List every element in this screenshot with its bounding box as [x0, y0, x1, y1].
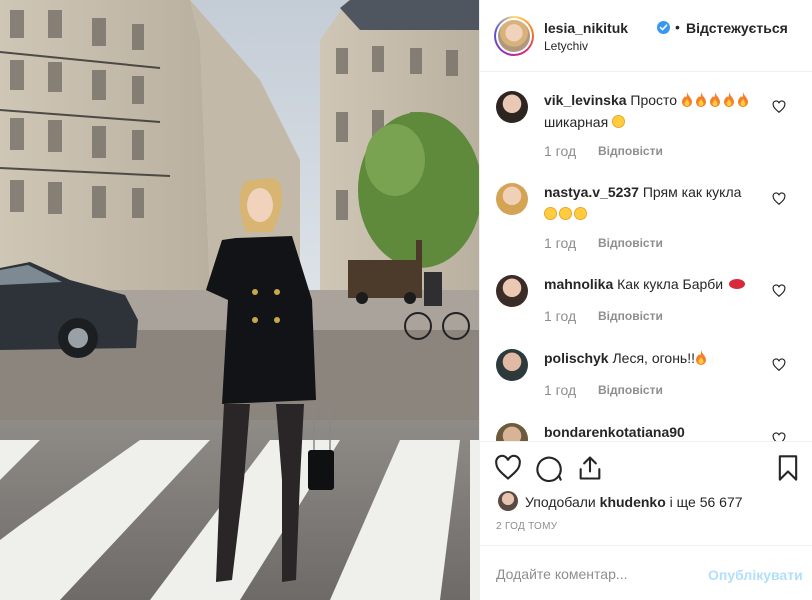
comment-input[interactable]	[496, 562, 696, 586]
fire-emoji-icon	[696, 350, 706, 365]
post-photo[interactable]	[0, 0, 479, 600]
likes-suffix[interactable]: і ще 56 677	[670, 494, 743, 510]
comment-time: 1 год	[544, 235, 577, 251]
bookmark-icon[interactable]	[774, 454, 802, 482]
comment-like-heart-icon[interactable]	[772, 284, 786, 298]
post-actions-bar: Уподобали khudenko і ще 56 677 2 ГОД ТОМ…	[480, 441, 812, 545]
fire-emoji-icon	[681, 92, 692, 107]
likes-prefix: Уподобали	[525, 494, 596, 510]
comment-text: vik_levinska Просто шикарная	[544, 89, 774, 133]
verified-badge-icon	[657, 21, 670, 34]
comment-like-heart-icon[interactable]	[772, 192, 786, 206]
comment-like-heart-icon[interactable]	[772, 432, 786, 441]
comment-like-heart-icon[interactable]	[772, 100, 786, 114]
post-photo-illustration	[0, 0, 479, 600]
comments-list[interactable]: vik_levinska Просто шикарная 1 год Відпо…	[480, 73, 812, 441]
comment-item: bondarenkotatiana90	[480, 419, 812, 441]
reply-button[interactable]: Відповісти	[598, 144, 663, 158]
fire-emoji-icon	[709, 92, 720, 107]
post-location[interactable]: Letychiv	[544, 39, 588, 53]
author-username[interactable]: lesia_nikituk	[544, 20, 628, 36]
comment-item: polischyk Леся, огонь!! 1 год Відповісти	[480, 345, 812, 409]
comment-item: mahnolika Как кукла Барби 1 год Відповіс…	[480, 271, 812, 335]
heart-eyes-emoji-icon	[612, 115, 626, 128]
header-separator: •	[675, 19, 680, 35]
fire-emoji-icon	[737, 92, 748, 107]
likes-summary[interactable]: Уподобали khudenko і ще 56 677	[525, 494, 743, 510]
comment-icon[interactable]	[535, 454, 563, 482]
heart-eyes-emoji-icon	[559, 207, 572, 220]
reply-button[interactable]: Відповісти	[598, 309, 663, 323]
comment-text: mahnolika Как кукла Барби	[544, 273, 774, 295]
commenter-avatar[interactable]	[496, 91, 528, 123]
lips-emoji-icon	[729, 279, 745, 289]
likes-user[interactable]: khudenko	[600, 494, 666, 510]
comment-item: vik_levinska Просто шикарная 1 год Відпо…	[480, 87, 812, 167]
comment-body: Леся, огонь!!	[612, 350, 695, 366]
publish-button[interactable]: Опублікувати	[708, 567, 803, 583]
commenter-avatar[interactable]	[496, 423, 528, 441]
commenter-username[interactable]: bondarenkotatiana90	[544, 424, 685, 440]
commenter-avatar[interactable]	[496, 183, 528, 215]
comment-body: Как кукла Барби	[617, 276, 724, 292]
post-header: lesia_nikituk • Відстежується Letychiv	[480, 0, 812, 72]
add-comment-box: Опублікувати	[480, 545, 812, 600]
comment-like-heart-icon[interactable]	[772, 358, 786, 372]
fire-emoji-icon	[695, 92, 706, 107]
comment-text: bondarenkotatiana90	[544, 421, 774, 441]
commenter-avatar[interactable]	[496, 349, 528, 381]
comment-time: 1 год	[544, 308, 577, 324]
commenter-username[interactable]: mahnolika	[544, 276, 613, 292]
liker-avatar[interactable]	[498, 491, 518, 511]
reply-button[interactable]: Відповісти	[598, 236, 663, 250]
commenter-avatar[interactable]	[496, 275, 528, 307]
fire-emoji-icon	[723, 92, 734, 107]
comment-body-line2: шикарная	[544, 114, 609, 130]
heart-icon[interactable]	[494, 454, 522, 482]
post-side-panel: lesia_nikituk • Відстежується Letychiv v…	[479, 0, 812, 600]
instagram-post-modal: lesia_nikituk • Відстежується Letychiv v…	[0, 0, 812, 600]
comment-body: Прям как кукла	[642, 184, 742, 200]
post-timestamp[interactable]: 2 ГОД ТОМУ	[496, 521, 557, 532]
comment-text: nastya.v_5237 Прям как кукла	[544, 181, 774, 225]
comment-text: polischyk Леся, огонь!!	[544, 347, 774, 369]
comment-body: Просто	[630, 92, 678, 108]
reply-button[interactable]: Відповісти	[598, 383, 663, 397]
heart-eyes-emoji-icon	[544, 207, 557, 220]
commenter-username[interactable]: vik_levinska	[544, 92, 627, 108]
comment-item: nastya.v_5237 Прям как кукла 1 год Відпо…	[480, 179, 812, 259]
commenter-username[interactable]: nastya.v_5237	[544, 184, 639, 200]
commenter-username[interactable]: polischyk	[544, 350, 609, 366]
heart-eyes-emoji-icon	[574, 207, 587, 220]
share-icon[interactable]	[576, 454, 604, 482]
comment-time: 1 год	[544, 382, 577, 398]
author-avatar[interactable]	[494, 16, 534, 56]
comment-time: 1 год	[544, 143, 577, 159]
follow-status-button[interactable]: Відстежується	[686, 20, 788, 36]
